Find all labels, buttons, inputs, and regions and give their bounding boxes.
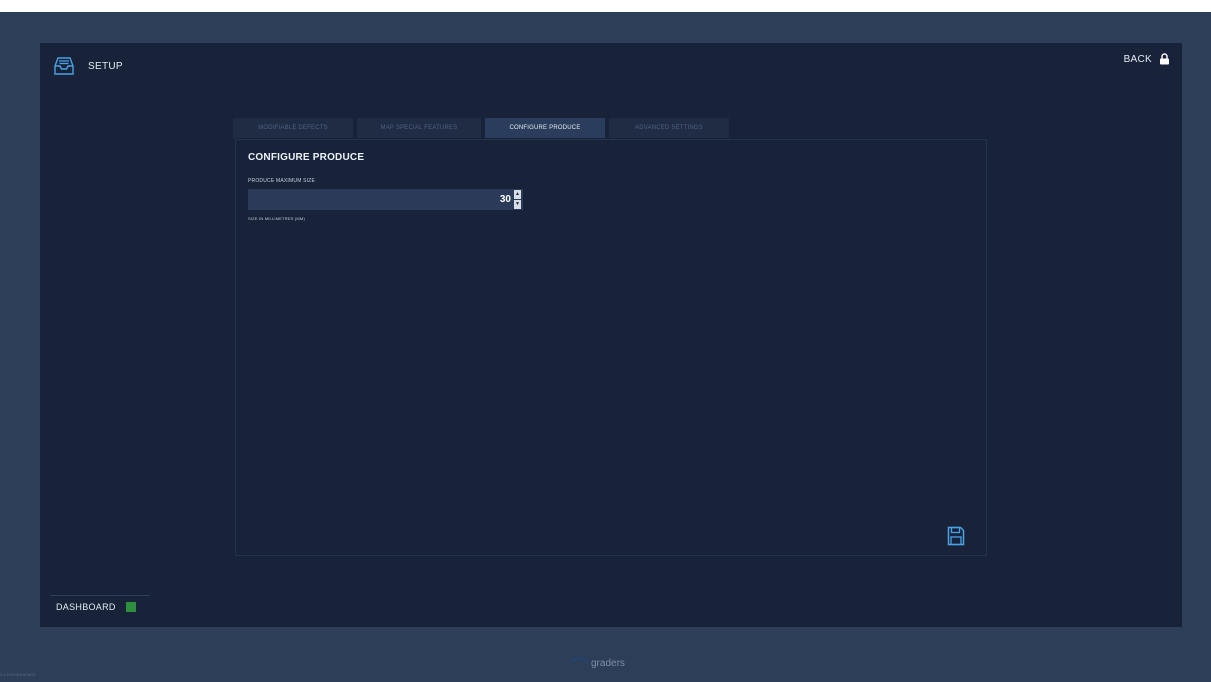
configure-produce-panel: CONFIGURE PRODUCE PRODUCE MAXIMUM SIZE 3…: [235, 139, 987, 556]
logo-mark-icon: [569, 657, 589, 664]
tab-map-special-features[interactable]: MAP SPECIAL FEATURES: [357, 118, 481, 138]
page-title: SETUP: [88, 60, 123, 72]
tab-configure-produce[interactable]: CONFIGURE PRODUCE: [485, 118, 605, 138]
panel-title: CONFIGURE PRODUCE: [248, 152, 365, 163]
max-size-value: 30: [499, 194, 511, 205]
size-unit-helper: SIZE IN MILLIMETRES (MM): [248, 216, 306, 221]
max-size-input[interactable]: 30 ▲ ▼: [248, 189, 523, 210]
brand-name: graders: [591, 657, 625, 669]
back-label: BACK: [1123, 53, 1152, 65]
inbox-tray-icon: [54, 57, 74, 75]
max-size-label: PRODUCE MAXIMUM SIZE: [248, 178, 316, 184]
size-stepper: ▲ ▼: [514, 190, 521, 209]
back-button[interactable]: BACK: [1124, 53, 1170, 65]
increment-button[interactable]: ▲: [514, 190, 521, 199]
settings-tabs: MODIFIABLE DEFECTS MAP SPECIAL FEATURES …: [233, 118, 729, 138]
dashboard-label: DASHBOARD: [56, 602, 116, 612]
status-indicator-icon: [125, 602, 136, 612]
app-window: SETUP BACK MODIFIABLE DEFECTS MAP SPECIA…: [40, 43, 1182, 627]
tab-modifiable-defects[interactable]: MODIFIABLE DEFECTS: [233, 118, 353, 138]
decrement-button[interactable]: ▼: [514, 200, 521, 209]
footer-logo: graders: [568, 655, 625, 671]
save-disk-icon[interactable]: [947, 526, 965, 546]
setup-header: SETUP: [52, 54, 123, 78]
lock-icon: [1160, 53, 1169, 65]
tab-advanced-settings[interactable]: ADVANCED SETTINGS: [609, 118, 729, 138]
version-label: 2.1.8 WORKSPACE: [0, 672, 36, 677]
sidebar-divider: [50, 595, 150, 596]
top-band: [0, 0, 1211, 12]
dashboard-link[interactable]: DASHBOARD: [56, 602, 136, 612]
